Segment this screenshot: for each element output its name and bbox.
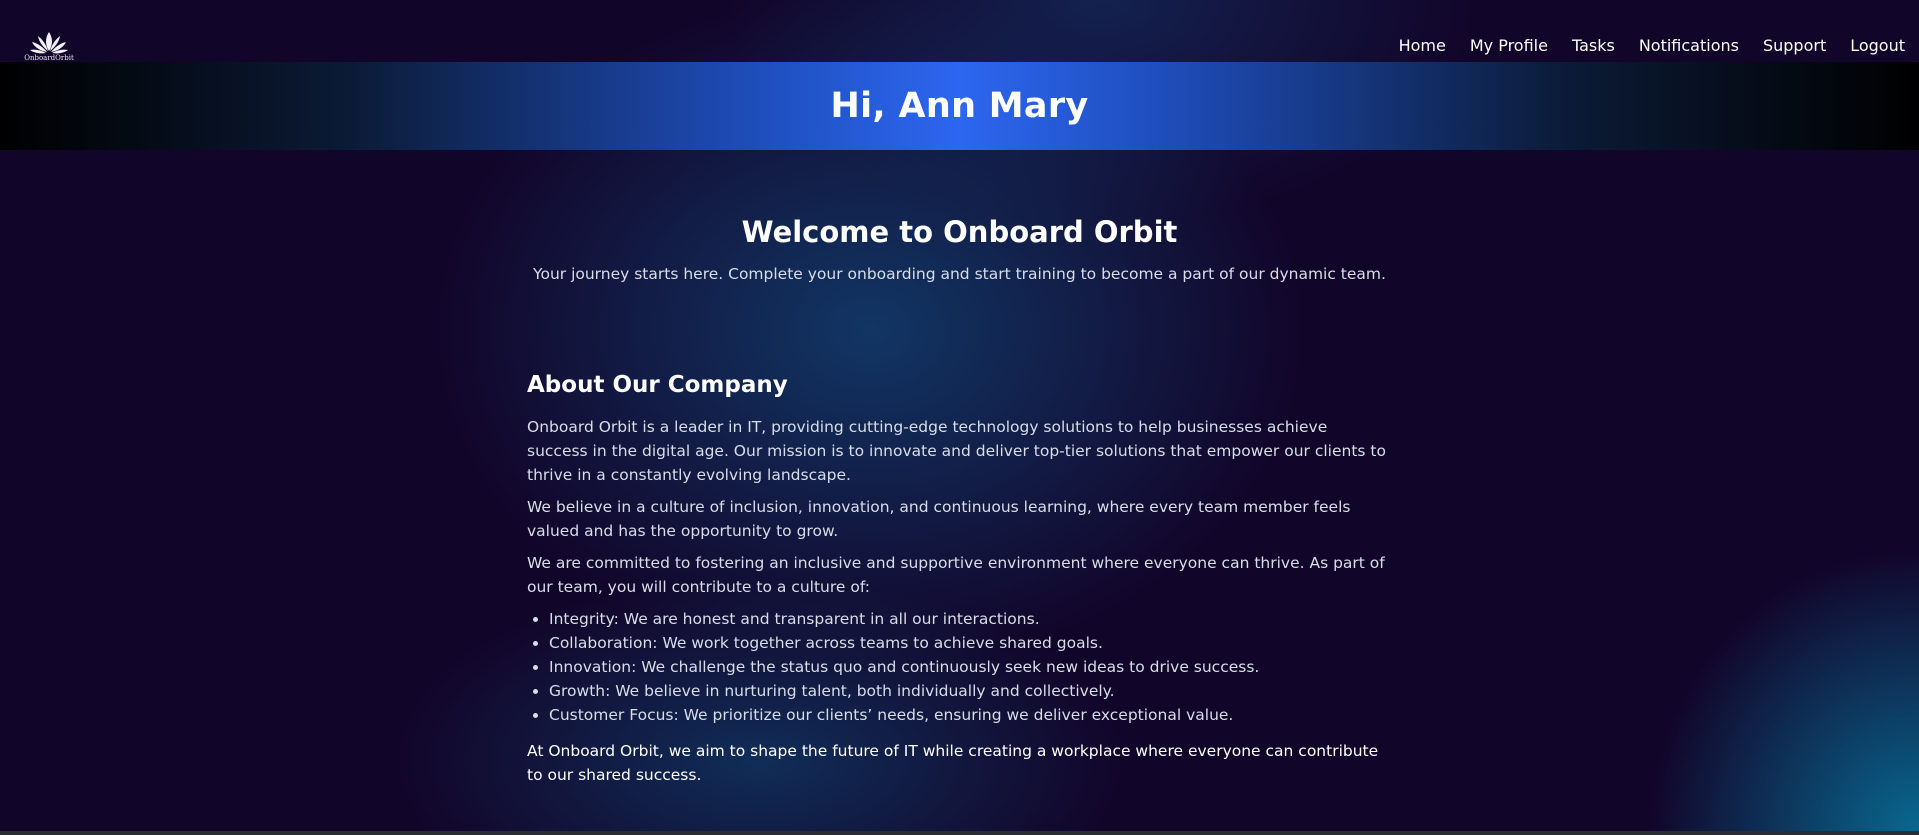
greeting-heading: Hi, Ann Mary [830,86,1089,126]
main-nav: Home My Profile Tasks Notifications Supp… [1399,34,1905,58]
about-paragraph: Onboard Orbit is a leader in IT, providi… [527,418,1386,484]
about-paragraph: We are committed to fostering an inclusi… [527,554,1385,596]
top-navigation: OnboardOrbit Home My Profile Tasks Notif… [0,0,1919,62]
nav-notifications-link[interactable]: Notifications [1639,34,1739,58]
value-item-innovation: Innovation: We challenge the status quo … [549,655,1387,679]
about-closing: At Onboard Orbit, we aim to shape the fu… [527,742,1379,784]
onboard-orbit-logo[interactable]: OnboardOrbit [24,30,74,64]
logo-wordmark: OnboardOrbit [24,54,74,62]
nav-my-profile-link[interactable]: My Profile [1470,34,1548,58]
welcome-section: Welcome to Onboard Orbit Your journey st… [0,212,1919,286]
company-values-list: Integrity: We are honest and transparent… [527,607,1387,727]
value-item-customer-focus: Customer Focus: We prioritize our client… [549,703,1387,727]
value-item-collaboration: Collaboration: We work together across t… [549,631,1387,655]
welcome-subtitle: Your journey starts here. Complete your … [533,265,1386,283]
about-title: About Our Company [527,372,788,398]
nav-logout-link[interactable]: Logout [1850,34,1905,58]
lotus-icon [30,32,68,54]
nav-tasks-link[interactable]: Tasks [1572,34,1615,58]
greeting-banner: Hi, Ann Mary [0,62,1919,150]
bottom-scroll-edge [0,831,1919,835]
value-item-growth: Growth: We believe in nurturing talent, … [549,679,1387,703]
value-item-integrity: Integrity: We are honest and transparent… [549,607,1387,631]
nav-support-link[interactable]: Support [1763,34,1826,58]
welcome-title: Welcome to Onboard Orbit [741,215,1178,249]
about-company-section: About Our Company Onboard Orbit is a lea… [527,369,1387,795]
nav-home-link[interactable]: Home [1399,34,1446,58]
about-paragraph: We believe in a culture of inclusion, in… [527,498,1351,540]
